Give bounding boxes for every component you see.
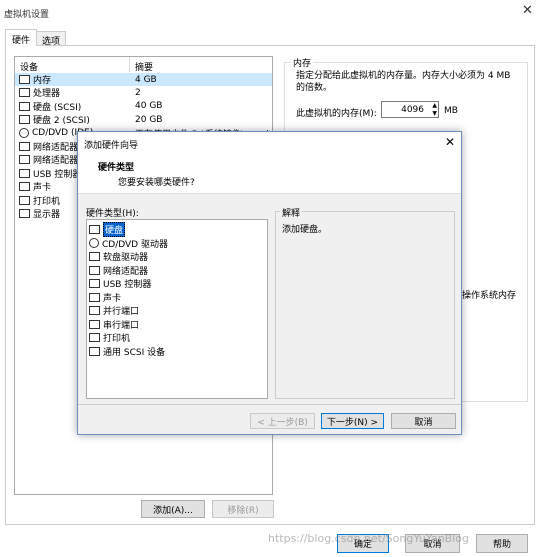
- tab-options[interactable]: 选项: [36, 31, 66, 47]
- wizard-title: 添加硬件向导: [84, 141, 139, 151]
- hardware-type-label-text: 软盘驱动器: [103, 253, 149, 263]
- hardware-type-label-text: 通用 SCSI 设备: [103, 347, 166, 358]
- hardware-type-item[interactable]: 通用 SCSI 设备: [89, 345, 165, 358]
- hardware-type-list[interactable]: 硬盘 CD/DVD 驱动器 软盘驱动器网络适配器 USB 控制器 声卡并行端口串行端口打…: [86, 219, 268, 399]
- monitor-icon: [19, 209, 30, 218]
- device-summary: 2: [135, 87, 141, 98]
- hardware-type-label: 硬件类型(H):: [86, 209, 139, 219]
- hardware-type-item[interactable]: 网络适配器: [89, 264, 148, 277]
- network-icon: [89, 265, 100, 275]
- hardware-type-item[interactable]: USB 控制器: [89, 277, 151, 290]
- memory-icon: [19, 75, 30, 84]
- network-icon: [19, 142, 30, 151]
- explain-text: 添加硬盘。: [282, 225, 328, 235]
- hardware-type-label-text: USB 控制器: [103, 280, 152, 290]
- title-bar: 虚拟机设置 ✕: [0, 0, 544, 24]
- wizard-title-bar: 添加硬件向导 ✕: [78, 132, 461, 154]
- memory-label: 此虚拟机的内存(M):: [296, 109, 377, 119]
- remove-button-label: 移除(R): [227, 505, 259, 516]
- wizard-cancel-button-label: 取消: [414, 417, 433, 428]
- hardware-type-item[interactable]: 声卡: [89, 291, 121, 304]
- hardware-type-item[interactable]: 硬盘: [89, 222, 126, 237]
- col-device-header: 设备: [20, 63, 39, 73]
- wizard-heading: 硬件类型: [98, 163, 135, 173]
- scsi-icon: [89, 346, 100, 356]
- add-button[interactable]: 添加(A)...: [141, 500, 205, 518]
- tab-hardware-label: 硬件: [12, 36, 31, 46]
- help-button[interactable]: 帮助: [476, 534, 528, 553]
- cd-icon: [89, 238, 99, 248]
- watermark: https://blog.csdn.net/SongYuYanBlog: [268, 532, 469, 545]
- explain-label: 解释: [280, 206, 303, 219]
- memory-input[interactable]: 4096 ▲ ▼: [381, 101, 439, 118]
- spin-up-icon[interactable]: ▲: [432, 102, 437, 109]
- spin-down-icon[interactable]: ▼: [432, 110, 437, 117]
- serial-port-icon: [89, 319, 100, 329]
- device-row[interactable]: 处理器 2: [15, 86, 272, 100]
- tab-hardware[interactable]: 硬件: [5, 29, 37, 46]
- cd-icon: [19, 128, 29, 139]
- network-icon: [19, 155, 30, 165]
- help-button-label: 帮助: [492, 540, 511, 550]
- hardware-type-label-text: CD/DVD 驱动器: [102, 239, 168, 250]
- memory-group-title: 内存: [291, 56, 314, 69]
- sound-icon: [19, 182, 30, 192]
- hardware-type-item[interactable]: 并行端口: [89, 304, 139, 317]
- device-row[interactable]: 硬盘 (SCSI) 40 GB: [15, 100, 272, 113]
- hardware-type-rows: 硬盘 CD/DVD 驱动器 软盘驱动器网络适配器 USB 控制器 声卡并行端口串行端口打…: [89, 222, 265, 363]
- hardware-type-label-text: 声卡: [103, 293, 122, 304]
- hardware-type-label-text: 串行端口: [103, 320, 140, 331]
- printer-icon: [89, 333, 100, 342]
- add-button-label: 添加(A)...: [153, 505, 193, 516]
- parallel-port-icon: [89, 306, 100, 315]
- wizard-subheading: 您要安装哪类硬件?: [118, 178, 195, 188]
- col-divider: [129, 57, 130, 72]
- hardware-type-item[interactable]: CD/DVD 驱动器: [89, 237, 168, 250]
- device-row[interactable]: 硬盘 2 (SCSI) 20 GB: [15, 113, 272, 127]
- printer-icon: [19, 195, 30, 205]
- hardware-type-item[interactable]: 串行端口: [89, 318, 139, 331]
- device-name: 处理器: [33, 89, 61, 100]
- memory-unit: MB: [444, 106, 458, 116]
- back-button[interactable]: < 上一步(B): [250, 413, 315, 429]
- hardware-type-item[interactable]: 软盘驱动器: [89, 250, 148, 263]
- device-name: 硬盘 2 (SCSI): [33, 116, 90, 127]
- wizard-cancel-button[interactable]: 取消: [391, 413, 456, 429]
- wizard-header: 硬件类型 您要安装哪类硬件?: [78, 154, 461, 194]
- sound-icon: [89, 292, 100, 302]
- memory-description: 指定分配给此虚拟机的内存量。内存大小必须为 4 MB 的倍数。: [296, 71, 511, 93]
- device-list-header: 设备 摘要: [15, 57, 272, 73]
- add-hardware-wizard: 添加硬件向导 ✕ 硬件类型 您要安装哪类硬件? 硬件类型(H): 硬盘 CD/DV…: [77, 131, 462, 435]
- device-summary: 4 GB: [135, 74, 157, 85]
- hardware-type-item[interactable]: 打印机: [89, 331, 130, 344]
- disk-icon: [19, 115, 30, 125]
- close-icon[interactable]: ✕: [522, 3, 533, 18]
- cpu-icon: [19, 88, 30, 98]
- window-title: 虚拟机设置: [4, 10, 50, 20]
- usb-icon: [89, 279, 100, 288]
- device-name: 内存: [33, 76, 52, 86]
- next-button[interactable]: 下一步(N) >: [321, 413, 384, 429]
- hardware-type-label-text: 网络适配器: [103, 266, 149, 277]
- hardware-type-label-text: 打印机: [103, 334, 131, 344]
- remove-button[interactable]: 移除(R): [212, 500, 274, 518]
- hardware-type-label-text: 硬盘: [103, 222, 126, 237]
- disk-icon: [89, 225, 100, 234]
- usb-icon: [19, 168, 30, 178]
- wizard-divider: [78, 404, 461, 405]
- device-name: 硬盘 (SCSI): [33, 102, 82, 113]
- back-button-label: < 上一步(B): [257, 417, 308, 428]
- device-row[interactable]: 内存 4 GB: [15, 73, 272, 86]
- hardware-type-label-text: 并行端口: [103, 307, 140, 317]
- memory-os-hint: 操作系统内存: [462, 291, 517, 301]
- memory-value: 4096: [401, 105, 424, 115]
- disk-icon: [19, 101, 30, 111]
- wizard-close-icon[interactable]: ✕: [445, 135, 455, 149]
- floppy-icon: [89, 252, 100, 261]
- explain-group: [275, 211, 455, 399]
- next-button-label: 下一步(N) >: [326, 417, 379, 428]
- device-summary: 40 GB: [135, 101, 163, 112]
- device-summary: 20 GB: [135, 114, 163, 125]
- col-summary-header: 摘要: [135, 63, 154, 73]
